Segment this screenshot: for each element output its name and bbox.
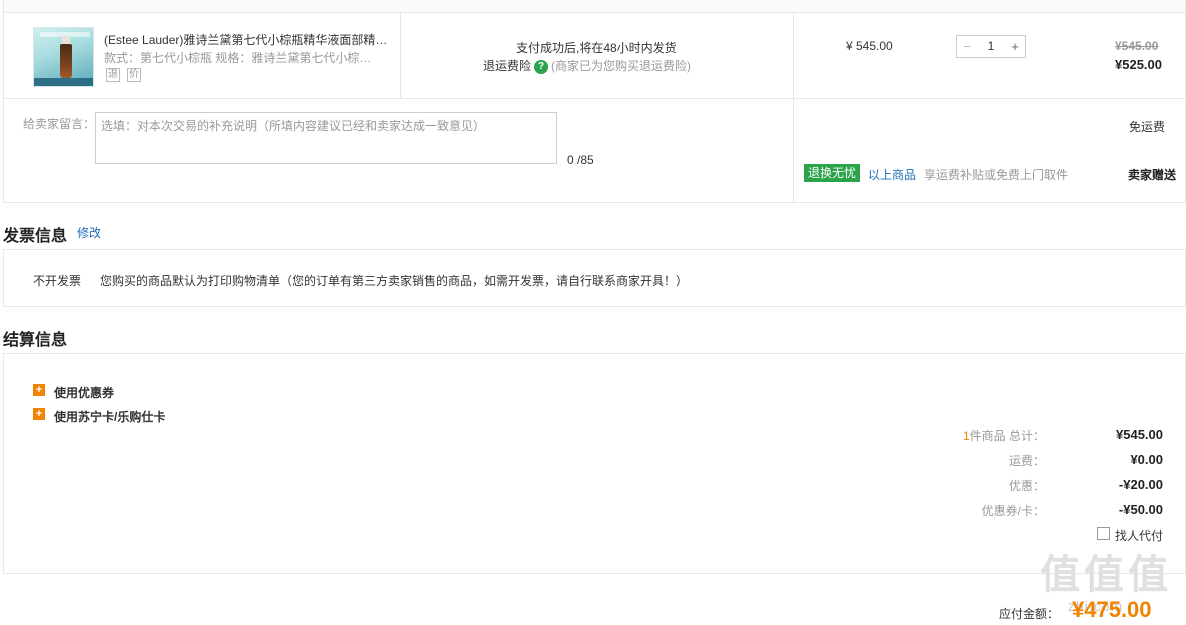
invoice-type: 不开发票 [33,274,82,288]
items-total-label: 1件商品 总计： [962,429,1045,443]
product-spec: 款式：第七代小棕瓶 规格：雅诗兰黛第七代小棕… [104,51,372,65]
price-protect-tag-icon: 价 [127,68,141,82]
final-price: ¥525.00 [1115,57,1162,72]
insurance-note: (商家已为您购买退运费险) [551,59,692,73]
worry-free-return-badge: 退换无忧 [804,164,861,182]
invoice-edit-link[interactable]: 修改 [77,224,101,241]
items-total-value: ¥545.00 [1116,427,1163,442]
payable-label: 应付金额： [999,607,1060,621]
remark-label: 给卖家留言： [23,117,96,131]
product-thumbnail[interactable] [33,27,94,87]
return-service-note: 享运费补贴或免费上门取件 [924,168,1069,182]
column-divider [400,12,401,99]
use-coupon-toggle[interactable]: 使用优惠券 [54,384,114,401]
items-count: 1 [962,429,970,443]
invoice-note: 您购买的商品默认为打印购物清单（您的订单有第三方卖家销售的商品，如需开发票，请自… [100,274,689,288]
increase-button[interactable]: + [1005,36,1025,57]
decrease-button[interactable]: − [957,36,977,57]
remark-textarea[interactable]: 选填：对本次交易的补充说明（所填内容建议已经和卖家达成一致意见） [95,112,557,164]
unit-price: ¥ 545.00 [846,39,893,53]
payable-amount: ¥475.00 [1072,597,1152,622]
shipping-time-note: 支付成功后,将在48小时内发货 [516,41,677,55]
product-name-link[interactable]: (Estee Lauder)雅诗兰黛第七代小棕瓶精华液面部精… [104,31,394,48]
watermark-logo: 值值值 [1040,553,1172,597]
settlement-title: 结算信息 [3,332,68,349]
coupon-value: -¥50.00 [1118,502,1163,517]
insurance-label: 退运费险 [483,59,532,73]
discount-value: -¥20.00 [1118,477,1163,492]
return-insurance: 退运费险? (商家已为您购买退运费险) [483,57,691,74]
remark-char-counter: 0 /85 [567,153,594,167]
use-card-toggle[interactable]: 使用苏宁卡/乐购仕卡 [54,408,165,425]
quantity-stepper: − 1 + [956,35,1026,58]
expand-plus-icon[interactable]: + [33,384,45,396]
invoice-title: 发票信息 [3,228,68,245]
quantity-input[interactable]: 1 [977,36,1005,57]
above-items-link[interactable]: 以上商品 [868,166,916,183]
expand-plus-icon[interactable]: + [33,408,45,420]
return-tag-icon: 退 [106,68,120,82]
shipping-fee: 免运费 [1129,120,1166,134]
original-price: ¥545.00 [1115,39,1159,53]
coupon-label: 优惠券/卡： [981,504,1045,518]
seller-gift: 卖家赠送 [1128,168,1177,182]
proxy-pay-checkbox[interactable] [1097,527,1110,540]
freight-value: ¥0.00 [1130,452,1163,467]
discount-label: 优惠： [1008,479,1045,493]
freight-label: 运费： [1008,454,1045,468]
help-icon[interactable]: ? [534,59,549,74]
